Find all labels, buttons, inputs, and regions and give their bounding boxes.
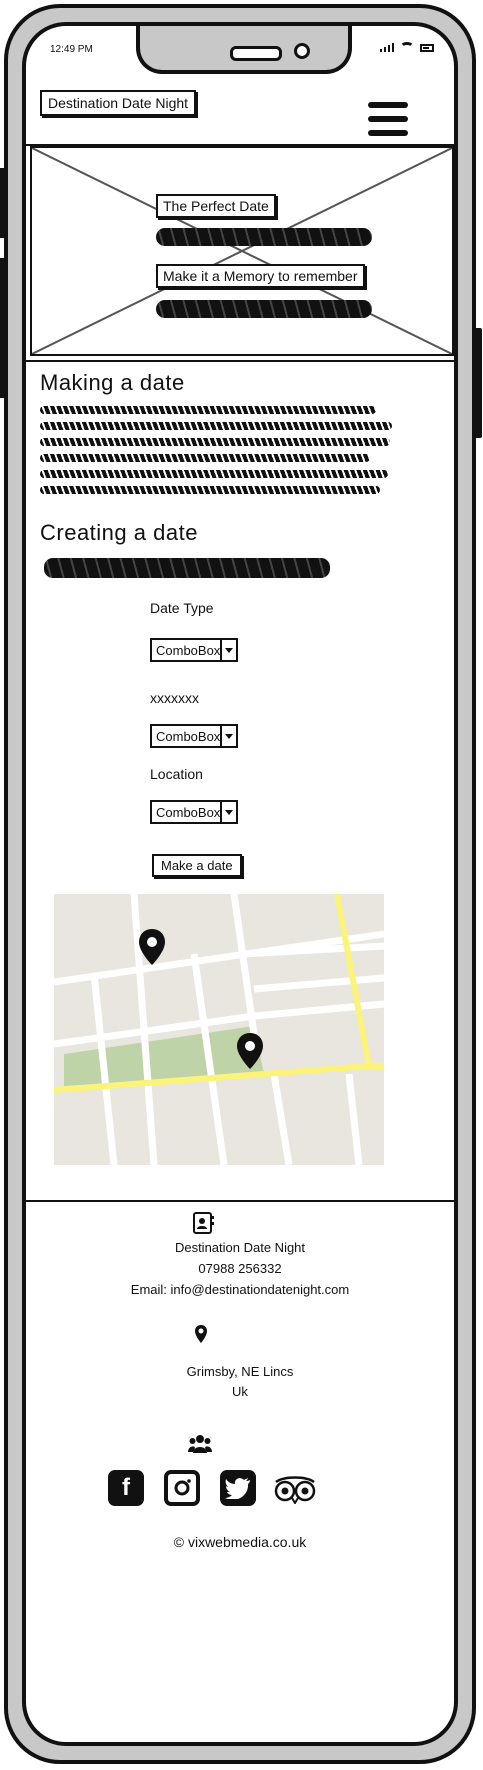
second-select[interactable]: ComboBox <box>150 724 238 748</box>
footer-divider <box>26 1200 454 1202</box>
volume-button <box>0 168 6 238</box>
chevron-down-icon[interactable] <box>220 726 236 746</box>
creating-title: Creating a date <box>40 520 198 545</box>
battery-icon <box>420 44 434 52</box>
wifi-icon <box>400 42 414 52</box>
hero-title: The Perfect Date <box>156 194 276 218</box>
date-type-value: ComboBox <box>156 642 221 658</box>
map-graphic <box>54 894 384 1165</box>
footer-email[interactable]: Email: info@destinationdatenight.com <box>26 1282 454 1297</box>
brand-logo[interactable]: Destination Date Night <box>40 90 197 116</box>
footer-phone[interactable]: 07988 256332 <box>26 1261 454 1276</box>
hero-divider <box>26 360 454 362</box>
hero-text-placeholder <box>156 228 372 246</box>
group-icon <box>188 1435 212 1453</box>
hero-image: The Perfect Date Make it a Memory to rem… <box>30 146 454 356</box>
hero-text-placeholder <box>156 300 372 318</box>
footer-country: Uk <box>232 1384 248 1399</box>
signal-icon <box>380 43 394 52</box>
make-date-button[interactable]: Make a date <box>152 854 242 877</box>
hamburger-menu-icon[interactable] <box>368 102 408 140</box>
map[interactable] <box>54 894 384 1165</box>
twitter-icon[interactable] <box>220 1470 256 1506</box>
power-button <box>474 328 482 438</box>
facebook-icon[interactable]: f <box>108 1470 144 1506</box>
map-pin-icon[interactable] <box>236 1032 264 1070</box>
subheading-placeholder <box>44 558 330 578</box>
instagram-icon[interactable] <box>164 1470 200 1506</box>
status-icons <box>380 42 434 52</box>
camera-icon <box>294 43 310 59</box>
hero-subtitle: Make it a Memory to remember <box>156 264 365 288</box>
map-pin-icon[interactable] <box>138 928 166 966</box>
copyright[interactable]: © vixwebmedia.co.uk <box>26 1534 454 1550</box>
status-time: 12:49 PM <box>50 44 93 55</box>
notch <box>136 26 352 74</box>
date-type-label: Date Type <box>150 600 214 616</box>
second-value: ComboBox <box>156 728 221 744</box>
date-type-select[interactable]: ComboBox <box>150 638 238 662</box>
screen: 12:49 PM Destination Date Night The Perf… <box>22 22 458 1746</box>
footer-city: Grimsby, NE Lincs <box>186 1364 294 1379</box>
making-title: Making a date <box>40 370 185 395</box>
location-pin-icon <box>195 1325 207 1343</box>
location-label: Location <box>150 766 203 782</box>
speaker-icon <box>230 46 282 61</box>
image-placeholder-icon <box>32 148 452 354</box>
contact-card-icon <box>193 1212 214 1234</box>
location-select[interactable]: ComboBox <box>150 800 238 824</box>
chevron-down-icon[interactable] <box>220 640 236 660</box>
footer-company: Destination Date Night <box>174 1240 306 1255</box>
location-value: ComboBox <box>156 804 221 820</box>
second-label: xxxxxxx <box>150 690 199 706</box>
phone-frame: 12:49 PM Destination Date Night The Perf… <box>0 4 482 1764</box>
volume-button <box>0 258 6 398</box>
tripadvisor-icon[interactable] <box>272 1474 318 1504</box>
chevron-down-icon[interactable] <box>220 802 236 822</box>
